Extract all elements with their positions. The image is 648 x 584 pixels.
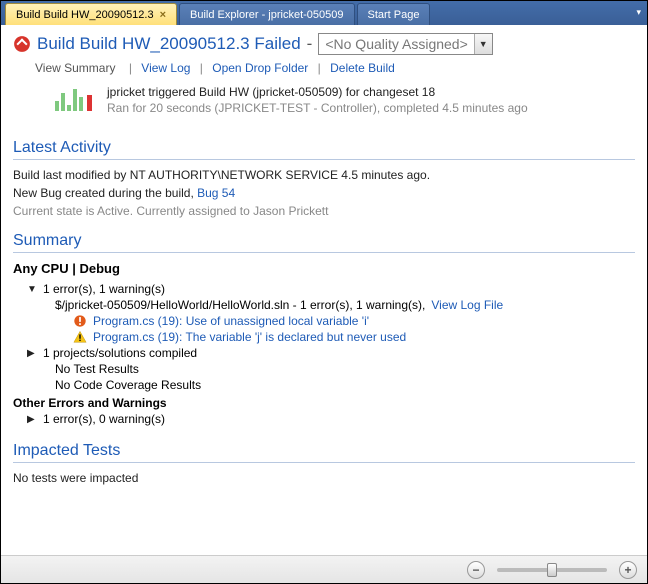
- action-view-summary[interactable]: View Summary: [35, 61, 115, 75]
- expand-toggle-icon[interactable]: ▶: [27, 414, 37, 425]
- section-impacted-tests: Impacted Tests: [13, 442, 635, 463]
- compile-warning-message[interactable]: Program.cs (19): The variable 'j' is dec…: [93, 330, 406, 344]
- editor-tabstrip: Build Build HW_20090512.3 × Build Explor…: [1, 1, 647, 25]
- zoom-in-button[interactable]: +: [619, 561, 637, 579]
- expand-toggle-icon[interactable]: ▼: [27, 284, 37, 295]
- tab-label: Build Build HW_20090512.3: [16, 4, 154, 26]
- build-quality-select[interactable]: <No Quality Assigned> ▼: [318, 33, 492, 55]
- activity-bug-state: Current state is Active. Currently assig…: [13, 204, 635, 218]
- build-duration-line: Ran for 20 seconds (JPRICKET-TEST - Cont…: [107, 101, 528, 115]
- section-summary: Summary: [13, 232, 635, 253]
- tab-build-explorer[interactable]: Build Explorer - jpricket-050509: [179, 3, 354, 25]
- zoom-slider[interactable]: [497, 568, 607, 572]
- status-bar: − +: [1, 555, 647, 583]
- quality-selected-text: <No Quality Assigned>: [319, 34, 473, 54]
- impacted-tests-none: No tests were impacted: [13, 471, 635, 485]
- chevron-down-icon[interactable]: ▼: [474, 34, 492, 54]
- tabstrip-overflow-icon[interactable]: ▾: [636, 7, 641, 18]
- build-title: Build Build HW_20090512.3 Failed: [37, 34, 301, 54]
- tab-close-icon[interactable]: ×: [160, 4, 166, 26]
- build-detail-pane: Build Build HW_20090512.3 Failed - <No Q…: [1, 25, 647, 553]
- view-log-file-link[interactable]: View Log File: [431, 298, 503, 312]
- compile-error-message[interactable]: Program.cs (19): Use of unassigned local…: [93, 314, 369, 328]
- build-history-sparkline: [55, 85, 97, 113]
- build-configuration: Any CPU | Debug: [13, 261, 635, 276]
- action-view-log[interactable]: View Log: [141, 61, 190, 75]
- tab-build-detail[interactable]: Build Build HW_20090512.3 ×: [5, 3, 177, 25]
- error-icon: [73, 314, 87, 328]
- bug-link[interactable]: Bug 54: [197, 186, 235, 200]
- error-warning-count: 1 error(s), 1 warning(s): [43, 282, 165, 296]
- zoom-out-button[interactable]: −: [467, 561, 485, 579]
- trigger-line: jpricket triggered Build HW (jpricket-05…: [107, 85, 528, 99]
- tab-start-page[interactable]: Start Page: [357, 3, 431, 25]
- title-separator: -: [307, 34, 313, 54]
- activity-modified-line: Build last modified by NT AUTHORITY\NETW…: [13, 168, 635, 182]
- solution-path: $/jpricket-050509/HelloWorld/HelloWorld.…: [55, 298, 425, 312]
- tab-label: Build Explorer - jpricket-050509: [190, 4, 343, 26]
- activity-bug-line: New Bug created during the build, Bug 54: [13, 186, 635, 200]
- action-delete-build[interactable]: Delete Build: [330, 61, 395, 75]
- build-failed-icon: [13, 35, 31, 53]
- tab-label: Start Page: [368, 4, 420, 26]
- other-errors-heading: Other Errors and Warnings: [13, 396, 635, 410]
- projects-compiled: 1 projects/solutions compiled: [43, 346, 197, 360]
- zoom-slider-thumb[interactable]: [547, 563, 557, 577]
- warning-icon: [73, 330, 87, 344]
- other-error-warning-count: 1 error(s), 0 warning(s): [43, 412, 165, 426]
- no-code-coverage: No Code Coverage Results: [55, 378, 201, 392]
- expand-toggle-icon[interactable]: ▶: [27, 348, 37, 359]
- action-open-drop-folder[interactable]: Open Drop Folder: [212, 61, 308, 75]
- section-latest-activity: Latest Activity: [13, 139, 635, 160]
- build-actions: View Summary | View Log | Open Drop Fold…: [13, 61, 635, 75]
- no-test-results: No Test Results: [55, 362, 139, 376]
